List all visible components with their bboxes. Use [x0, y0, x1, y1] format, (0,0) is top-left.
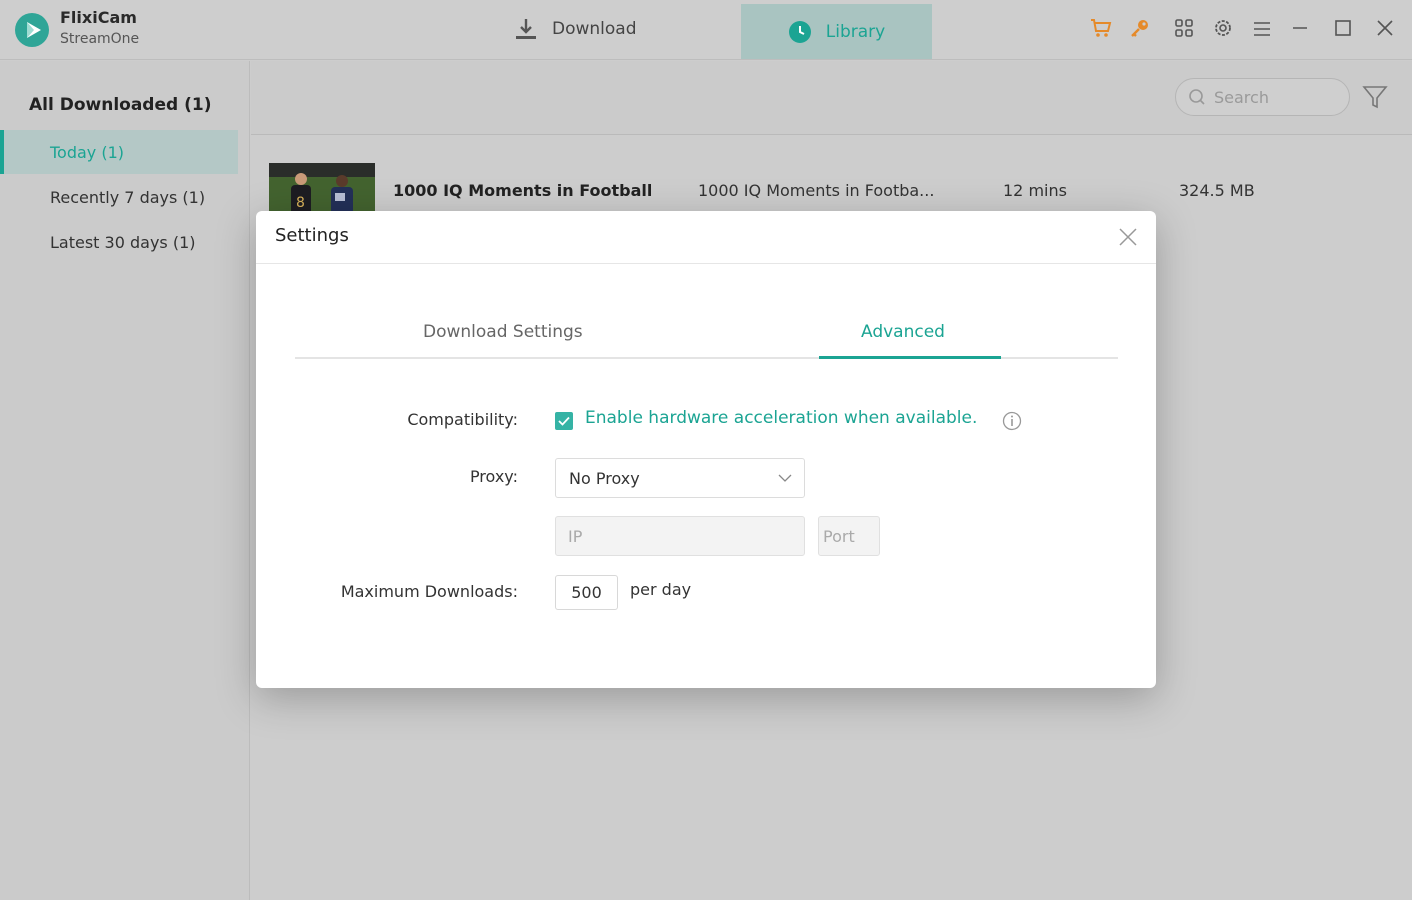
- proxy-select[interactable]: No Proxy: [555, 458, 805, 498]
- title-bar: FlixiCam StreamOne Download Library: [0, 0, 1412, 60]
- sidebar-item-label: Recently 7 days (1): [50, 187, 206, 207]
- maximize-icon[interactable]: [1331, 16, 1355, 40]
- search-icon: [1189, 89, 1205, 105]
- tab-advanced[interactable]: Advanced: [861, 322, 945, 342]
- sidebar-item-today[interactable]: Today (1): [0, 130, 238, 174]
- key-icon[interactable]: [1128, 16, 1152, 40]
- sidebar: All Downloaded (1) Today (1) Recently 7 …: [0, 61, 250, 900]
- hw-accel-checkbox[interactable]: [555, 412, 573, 430]
- menu-icon[interactable]: [1250, 16, 1274, 40]
- content-toolbar: [251, 61, 1412, 135]
- app-subtitle: StreamOne: [60, 31, 140, 47]
- tab-download-label: Download: [552, 19, 637, 39]
- video-title: 1000 IQ Moments in Football: [393, 181, 653, 200]
- active-tab-indicator: [819, 356, 1001, 359]
- svg-text:8: 8: [296, 195, 305, 211]
- proxy-ip-input[interactable]: IP: [555, 516, 805, 556]
- tab-library-label: Library: [825, 21, 886, 42]
- clock-icon: [788, 20, 811, 43]
- proxy-port-input[interactable]: Port: [818, 516, 880, 556]
- apps-icon[interactable]: [1172, 16, 1196, 40]
- download-icon: [516, 19, 536, 39]
- settings-tabs: Download Settings Advanced: [295, 317, 1118, 359]
- tab-download-settings[interactable]: Download Settings: [423, 322, 583, 342]
- dialog-header: Settings: [256, 211, 1156, 264]
- minimize-icon[interactable]: [1288, 16, 1312, 40]
- search-box[interactable]: [1175, 78, 1350, 116]
- settings-dialog: Settings Download Settings Advanced Comp…: [256, 211, 1156, 688]
- app-name: FlixiCam: [60, 8, 137, 27]
- sidebar-item-label: Latest 30 days (1): [50, 232, 196, 252]
- video-duration: 12 mins: [1003, 181, 1067, 200]
- sidebar-item-label: Today (1): [50, 142, 125, 162]
- video-size: 324.5 MB: [1179, 181, 1255, 200]
- info-icon[interactable]: [1002, 411, 1022, 431]
- gear-icon[interactable]: [1211, 16, 1235, 40]
- cart-icon[interactable]: [1089, 16, 1113, 40]
- video-subtitle: 1000 IQ Moments in Footba...: [698, 181, 935, 200]
- hw-accel-label[interactable]: Enable hardware acceleration when availa…: [585, 408, 977, 428]
- dialog-close-icon[interactable]: [1118, 227, 1138, 247]
- max-downloads-label: Maximum Downloads:: [340, 582, 518, 601]
- app-logo-icon: [15, 13, 49, 47]
- search-input[interactable]: [1214, 87, 1334, 107]
- max-downloads-input[interactable]: 500: [555, 575, 618, 610]
- tab-download[interactable]: Download: [514, 0, 674, 58]
- checkmark-icon: [558, 416, 570, 426]
- compatibility-label: Compatibility:: [407, 410, 518, 429]
- sidebar-item-latest-30-days[interactable]: Latest 30 days (1): [0, 220, 238, 264]
- sidebar-item-recent-7-days[interactable]: Recently 7 days (1): [0, 175, 238, 219]
- per-day-label: per day: [630, 580, 692, 599]
- tab-library[interactable]: Library: [741, 4, 932, 59]
- filter-icon[interactable]: [1361, 83, 1389, 111]
- proxy-label: Proxy:: [469, 467, 518, 486]
- sidebar-title[interactable]: All Downloaded (1): [29, 95, 211, 115]
- chevron-down-icon: [778, 474, 792, 482]
- close-icon[interactable]: [1373, 16, 1397, 40]
- dialog-title: Settings: [275, 225, 349, 246]
- proxy-select-value: No Proxy: [569, 468, 640, 488]
